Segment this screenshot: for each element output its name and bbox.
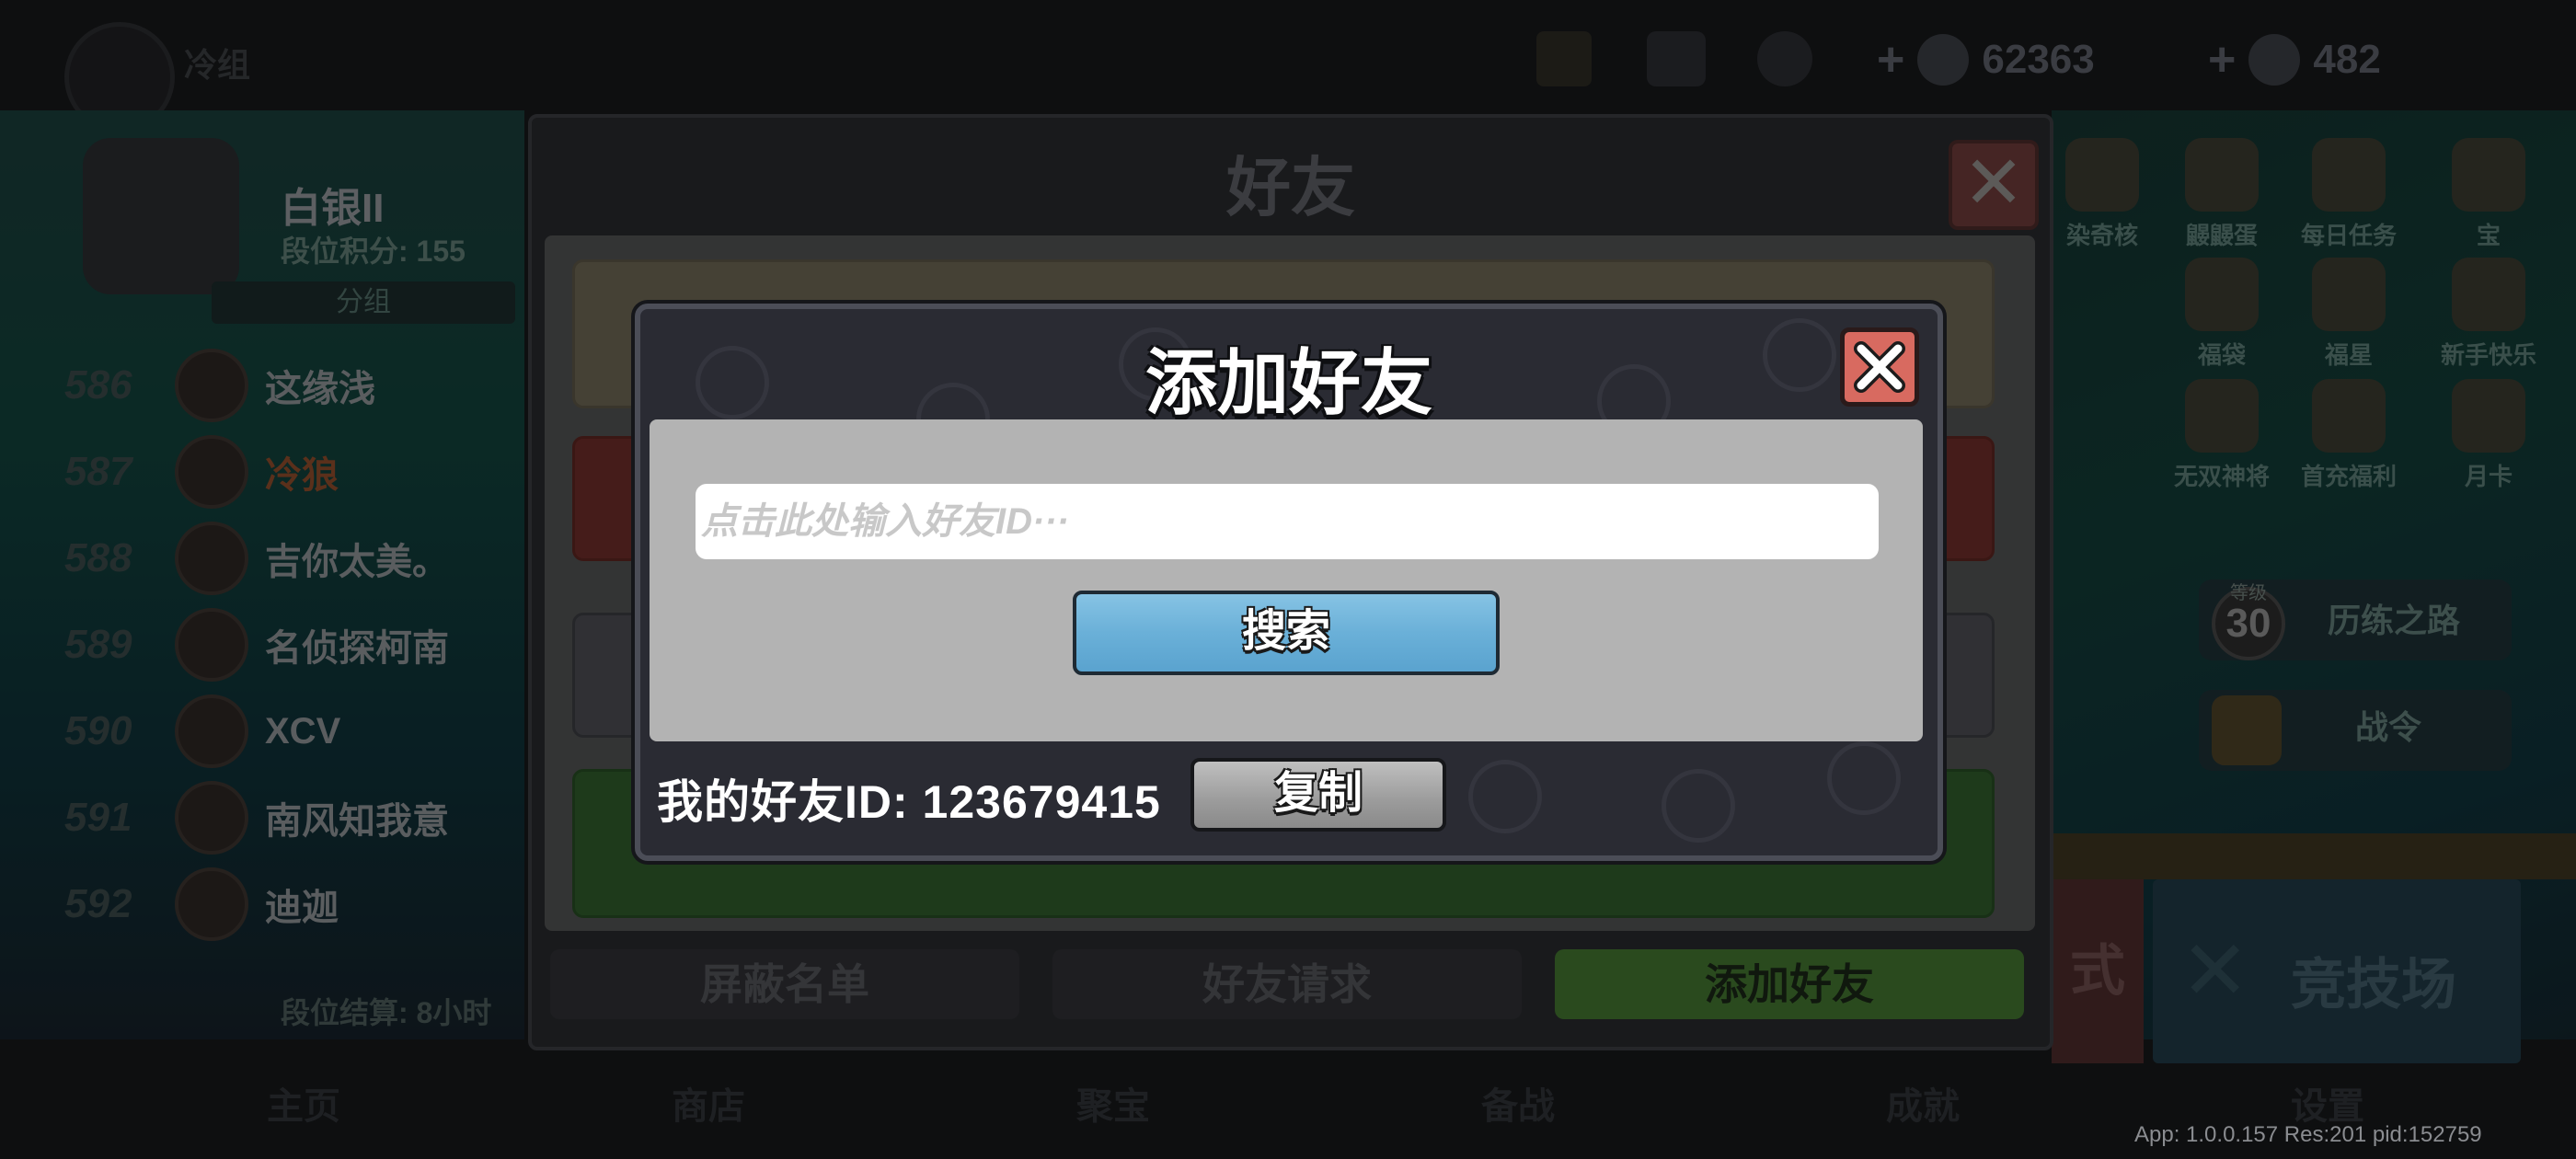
my-friend-id: 我的好友ID: 123679415 xyxy=(657,776,1161,828)
dialog-title: 添加好友 xyxy=(1144,342,1432,423)
version-info: App: 1.0.0.157 Res:201 pid:152759 xyxy=(2134,1122,2482,1147)
friend-id-input[interactable] xyxy=(696,484,1879,559)
dialog-close-button[interactable] xyxy=(1840,327,1919,407)
add-friend-dialog: 添加好友 搜索 我的好友ID: 123679415 复制 xyxy=(635,304,1943,861)
search-button[interactable]: 搜索 xyxy=(1073,591,1500,675)
copy-button[interactable]: 复制 xyxy=(1190,758,1446,832)
dialog-body: 搜索 xyxy=(650,419,1923,741)
close-icon xyxy=(1854,341,1905,393)
